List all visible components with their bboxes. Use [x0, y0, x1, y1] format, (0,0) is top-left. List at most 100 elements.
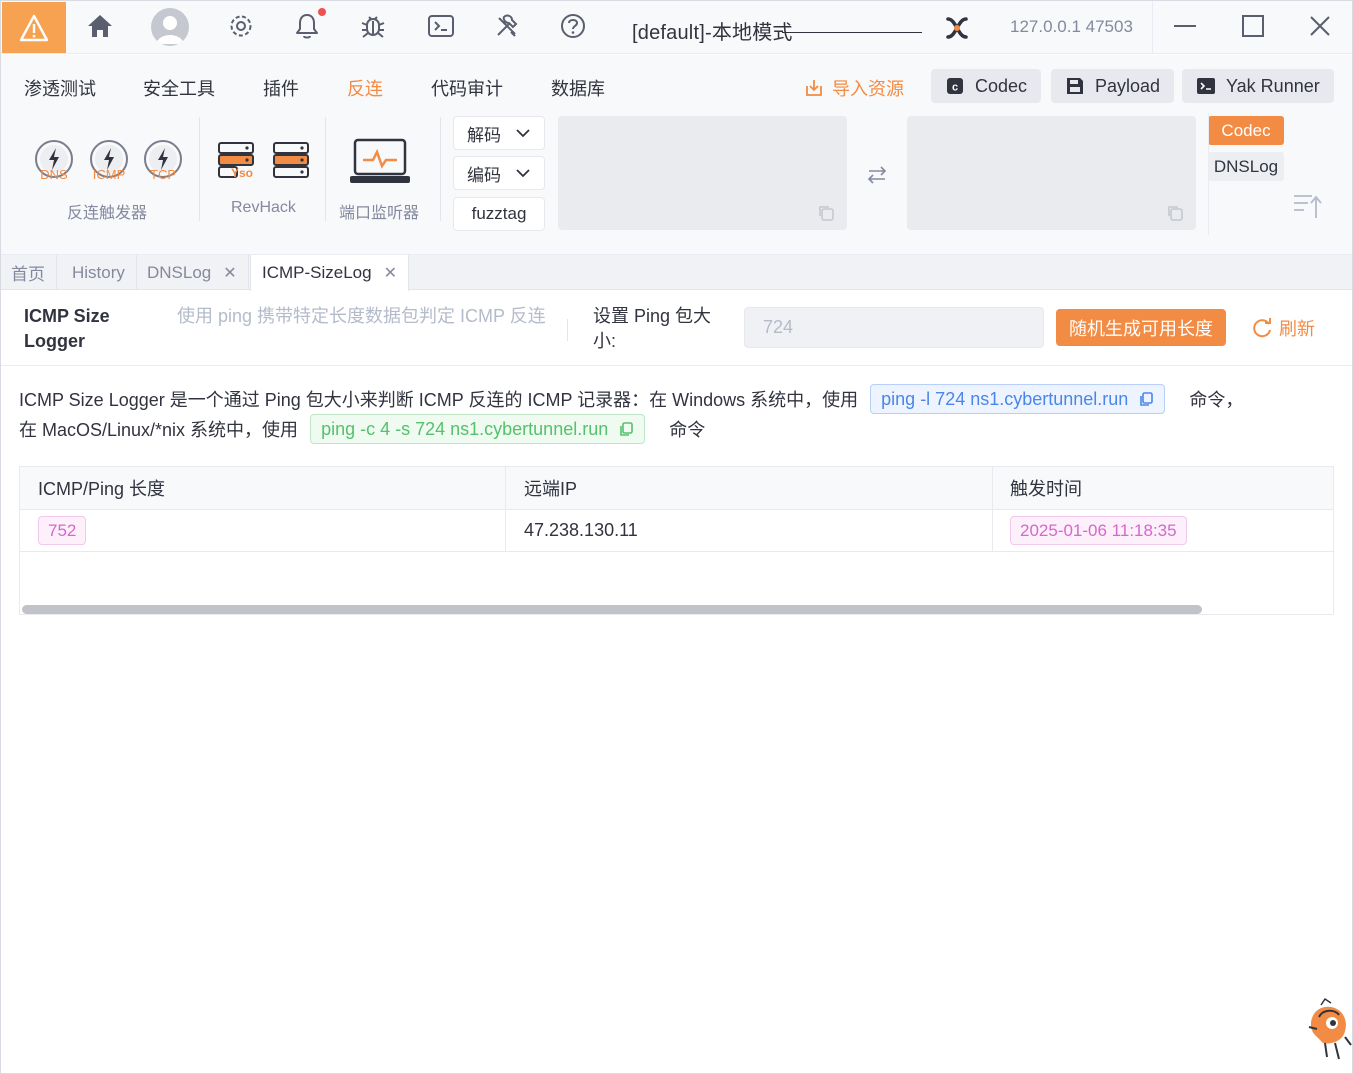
title-bar: [default]-本地模式 127.0.0.1 47503 — [0, 0, 1353, 54]
unix-command-chip[interactable]: ping -c 4 -s 724 ns1.cybertunnel.run — [310, 414, 646, 444]
table-cell-time: 2025-01-06 11:18:35 — [992, 510, 1333, 552]
main-menu-bar: 渗透测试 安全工具 插件 反连 代码审计 数据库 导入资源 c Codec Pa… — [0, 55, 1353, 113]
payload-label: Payload — [1095, 75, 1161, 96]
close-tab-icon[interactable]: ✕ — [384, 263, 397, 283]
unix-command: ping -c 4 -s 724 ns1.cybertunnel.run — [321, 418, 609, 439]
icmp-trigger-gauge[interactable]: ICMP — [86, 139, 132, 185]
minimize-icon[interactable] — [1168, 9, 1202, 43]
intro-line-windows: ICMP Size Logger 是一个通过 Ping 包大小来判断 ICMP … — [19, 384, 1339, 414]
yak-runner-label: Yak Runner — [1226, 75, 1320, 96]
terminal-icon[interactable] — [424, 9, 458, 43]
intro-text: 命令， — [1189, 390, 1244, 410]
chevron-down-icon — [516, 129, 530, 138]
bug-icon[interactable] — [356, 9, 390, 43]
yak-runner-button[interactable]: Yak Runner — [1182, 69, 1334, 103]
engine-mode-title: [default]-本地模式 — [632, 16, 922, 45]
page-tabs: 首页 History DNSLog ✕ ICMP-SizeLog ✕ — [0, 255, 1353, 291]
icmp-size-logger-header: ICMP Size Logger 使用 ping 携带特定长度数据包判定 ICM… — [0, 291, 1353, 366]
copy-icon[interactable] — [1166, 204, 1184, 222]
divider — [1208, 113, 1209, 235]
tcp-trigger-gauge[interactable]: TCP — [140, 139, 186, 185]
copy-icon[interactable] — [817, 204, 835, 222]
svg-text:c: c — [952, 82, 958, 94]
column-divider — [505, 467, 506, 552]
page-title: ICMP Size Logger — [24, 306, 110, 351]
chevron-down-icon — [516, 169, 530, 178]
home-icon[interactable] — [83, 9, 117, 43]
side-tab-codec[interactable]: Codec — [1208, 116, 1284, 145]
divider — [567, 319, 568, 341]
help-icon[interactable] — [556, 9, 590, 43]
swap-icon[interactable] — [866, 165, 888, 185]
time-tag: 2025-01-06 11:18:35 — [1010, 516, 1187, 545]
page-description: 使用 ping 携带特定长度数据包判定 ICMP 反连 — [177, 306, 546, 326]
decode-select[interactable]: 解码 — [453, 116, 545, 150]
menu-item-pentest[interactable]: 渗透测试 — [24, 75, 96, 101]
menu-item-reverse[interactable]: 反连 — [347, 75, 383, 101]
tab-label: 首页 — [11, 265, 45, 284]
windows-command: ping -l 724 ns1.cybertunnel.run — [881, 388, 1129, 409]
menu-item-plugins[interactable]: 插件 — [263, 75, 299, 101]
payload-button[interactable]: Payload — [1051, 69, 1175, 103]
yso-server-icon[interactable]: Yso — [217, 141, 257, 185]
column-header-trigger-time[interactable]: 触发时间 — [992, 467, 1333, 510]
column-header-length[interactable]: ICMP/Ping 长度 — [20, 467, 506, 510]
menu-item-database[interactable]: 数据库 — [551, 75, 605, 101]
codec-input-area[interactable] — [558, 116, 847, 230]
tab-label: DNSLog — [147, 262, 212, 282]
codec-output-area[interactable] — [907, 116, 1196, 230]
tool-ribbon: DNS ICMP TCP 反连触发器 Yso RevHack 端口监听器 解码 … — [0, 113, 1353, 255]
import-resources-button[interactable]: 导入资源 — [804, 75, 904, 101]
intro-line-unix: 在 MacOS/Linux/*nix 系统中，使用 ping -c 4 -s 7… — [19, 414, 1339, 444]
settings-icon[interactable] — [224, 9, 258, 43]
decode-label: 解码 — [467, 125, 501, 145]
close-icon[interactable] — [1303, 9, 1337, 43]
refresh-label: 刷新 — [1279, 319, 1315, 339]
length-tag: 752 — [38, 516, 87, 545]
copy-icon[interactable] — [618, 421, 634, 437]
refresh-icon — [1253, 318, 1271, 338]
menu-item-security-tools[interactable]: 安全工具 — [143, 75, 215, 101]
copy-icon[interactable] — [1138, 391, 1154, 407]
refresh-button[interactable]: 刷新 — [1251, 315, 1315, 341]
revhack-label: RevHack — [231, 199, 296, 216]
engine-mode-text: [default]-本地模式 — [632, 22, 793, 44]
tab-home[interactable]: 首页 — [0, 255, 57, 290]
warning-button[interactable] — [2, 2, 66, 53]
codec-button[interactable]: c Codec — [931, 69, 1042, 103]
revhack-server-icon[interactable] — [272, 141, 310, 181]
tab-history[interactable]: History — [61, 255, 137, 290]
generate-length-button[interactable]: 随机生成可用长度 — [1056, 309, 1226, 346]
tab-dnslog[interactable]: DNSLog ✕ — [136, 255, 249, 290]
sort-ascending-icon[interactable] — [1292, 192, 1324, 220]
menu-item-code-audit[interactable]: 代码审计 — [431, 75, 503, 101]
strike-line — [782, 32, 922, 33]
import-label: 导入资源 — [832, 79, 904, 99]
engine-host: 127.0.0.1 47503 — [1010, 17, 1133, 36]
terminal-icon — [1197, 78, 1215, 94]
maximize-icon[interactable] — [1236, 9, 1270, 43]
tab-icmp-sizelog[interactable]: ICMP-SizeLog ✕ — [250, 255, 410, 291]
ping-size-input[interactable] — [744, 307, 1044, 348]
divider — [199, 117, 200, 221]
side-tab-dnslog[interactable]: DNSLog — [1208, 152, 1284, 181]
column-header-remote-ip[interactable]: 远端IP — [506, 467, 992, 510]
encode-select[interactable]: 编码 — [453, 156, 545, 190]
dns-trigger-gauge[interactable]: DNS — [31, 139, 77, 185]
close-tab-icon[interactable]: ✕ — [223, 263, 236, 283]
dns-gauge-label: DNS — [40, 167, 68, 182]
divider — [325, 117, 326, 221]
tools-icon[interactable] — [490, 9, 524, 43]
windows-command-chip[interactable]: ping -l 724 ns1.cybertunnel.run — [870, 384, 1166, 414]
save-icon — [1067, 78, 1083, 94]
user-avatar-icon[interactable] — [151, 8, 189, 46]
reverse-trigger-label: 反连触发器 — [67, 205, 148, 222]
port-listener-icon[interactable] — [349, 138, 411, 186]
yak-logo-icon[interactable] — [942, 13, 972, 43]
horizontal-scrollbar[interactable] — [22, 605, 1202, 614]
intro-text: 命令 — [669, 420, 706, 440]
table-cell-length: 752 — [20, 510, 506, 552]
table-cell-ip: 47.238.130.11 — [506, 510, 992, 552]
mascot-icon[interactable] — [1305, 997, 1353, 1063]
fuzztag-button[interactable]: fuzztag — [453, 197, 545, 231]
